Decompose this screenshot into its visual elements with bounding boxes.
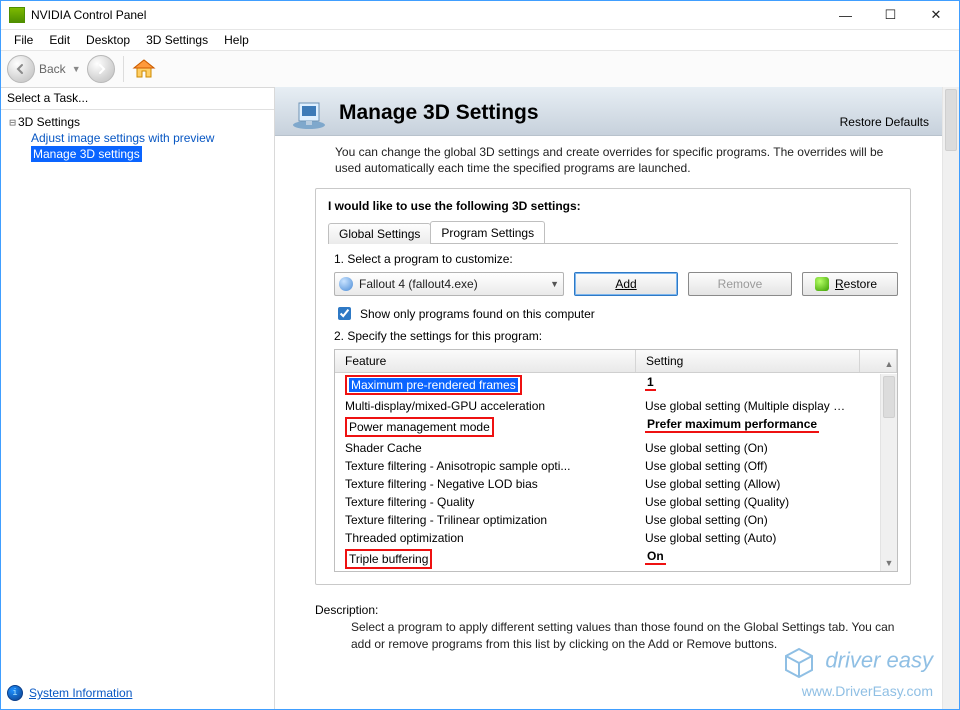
show-only-checkbox[interactable] bbox=[338, 307, 351, 320]
back-button[interactable] bbox=[7, 55, 35, 83]
system-information-label: System Information bbox=[29, 686, 132, 700]
table-row[interactable]: Shader CacheUse global setting (On) bbox=[335, 439, 897, 457]
menu-edit[interactable]: Edit bbox=[42, 31, 77, 49]
table-row[interactable]: Maximum pre-rendered frames1 bbox=[335, 373, 897, 397]
info-icon: i bbox=[7, 685, 23, 701]
tree-root-3d-settings[interactable]: ⊟3D Settings bbox=[7, 114, 268, 130]
page-header-icon bbox=[289, 95, 329, 131]
titlebar: NVIDIA Control Panel — ☐ ✕ bbox=[1, 1, 959, 30]
intro-text: You can change the global 3D settings an… bbox=[275, 136, 943, 188]
remove-button: Remove bbox=[688, 272, 792, 296]
table-header: Feature Setting bbox=[335, 350, 897, 373]
toolbar: Back ▼ bbox=[1, 51, 959, 88]
table-row[interactable]: Texture filtering - Negative LOD biasUse… bbox=[335, 475, 897, 493]
program-select-value: Fallout 4 (fallout4.exe) bbox=[359, 277, 550, 291]
home-icon[interactable] bbox=[132, 58, 156, 80]
menu-desktop[interactable]: Desktop bbox=[79, 31, 137, 49]
step2-label: 2. Specify the settings for this program… bbox=[334, 329, 898, 343]
panel-lead: I would like to use the following 3D set… bbox=[328, 199, 898, 213]
menu-help[interactable]: Help bbox=[217, 31, 256, 49]
back-dropdown-icon[interactable]: ▼ bbox=[72, 64, 81, 74]
table-scrollbar[interactable]: ▲ ▼ bbox=[880, 374, 897, 571]
description-header: Description: bbox=[315, 603, 911, 617]
tab-global-settings[interactable]: Global Settings bbox=[328, 223, 431, 244]
chevron-down-icon: ▼ bbox=[550, 279, 559, 289]
step1-label: 1. Select a program to customize: bbox=[334, 252, 898, 266]
page-header: Manage 3D Settings Restore Defaults bbox=[275, 87, 943, 136]
window-title: NVIDIA Control Panel bbox=[31, 8, 146, 22]
restore-icon bbox=[815, 277, 829, 291]
maximize-button[interactable]: ☐ bbox=[868, 1, 913, 29]
menu-3d-settings[interactable]: 3D Settings bbox=[139, 31, 215, 49]
menu-file[interactable]: File bbox=[7, 31, 40, 49]
system-information-link[interactable]: i System Information bbox=[1, 679, 274, 709]
col-feature[interactable]: Feature bbox=[335, 350, 636, 372]
table-row[interactable]: Threaded optimizationUse global setting … bbox=[335, 529, 897, 547]
description-text: Select a program to apply different sett… bbox=[315, 619, 911, 651]
nvidia-icon bbox=[9, 7, 25, 23]
show-only-label: Show only programs found on this compute… bbox=[360, 307, 595, 321]
restore-defaults-link[interactable]: Restore Defaults bbox=[840, 115, 929, 129]
table-row[interactable]: Power management modePrefer maximum perf… bbox=[335, 415, 897, 439]
table-row[interactable]: Texture filtering - Trilinear optimizati… bbox=[335, 511, 897, 529]
forward-button[interactable] bbox=[87, 55, 115, 83]
main-pane: Manage 3D Settings Restore Defaults You … bbox=[275, 87, 959, 709]
settings-table: Feature Setting Maximum pre-rendered fra… bbox=[334, 349, 898, 572]
tree-item-manage-3d-settings[interactable]: Manage 3D settings bbox=[7, 146, 268, 162]
back-label: Back bbox=[39, 62, 66, 76]
col-setting[interactable]: Setting bbox=[636, 350, 860, 372]
minimize-button[interactable]: — bbox=[823, 1, 868, 29]
task-sidebar: Select a Task... ⊟3D Settings Adjust ima… bbox=[1, 87, 275, 709]
close-button[interactable]: ✕ bbox=[913, 1, 959, 29]
tabs: Global Settings Program Settings bbox=[328, 221, 898, 244]
task-tree[interactable]: ⊟3D Settings Adjust image settings with … bbox=[1, 110, 274, 679]
restore-button[interactable]: Restore bbox=[802, 272, 898, 296]
page-scrollbar[interactable] bbox=[942, 87, 959, 709]
table-row[interactable]: Multi-display/mixed-GPU accelerationUse … bbox=[335, 397, 897, 415]
program-select[interactable]: Fallout 4 (fallout4.exe) ▼ bbox=[334, 272, 564, 296]
table-row[interactable]: Texture filtering - Anisotropic sample o… bbox=[335, 457, 897, 475]
menubar: File Edit Desktop 3D Settings Help bbox=[1, 30, 959, 51]
settings-panel: I would like to use the following 3D set… bbox=[315, 188, 911, 585]
tree-item-adjust-image-settings[interactable]: Adjust image settings with preview bbox=[7, 130, 268, 146]
program-icon bbox=[339, 277, 353, 291]
page-title: Manage 3D Settings bbox=[339, 101, 539, 125]
add-button[interactable]: Add bbox=[574, 272, 678, 296]
app-window: NVIDIA Control Panel — ☐ ✕ File Edit Des… bbox=[0, 0, 960, 710]
scrollbar-thumb[interactable] bbox=[883, 376, 895, 418]
select-task-header: Select a Task... bbox=[1, 87, 274, 110]
description-section: Description: Select a program to apply d… bbox=[275, 597, 943, 651]
table-row[interactable]: Triple bufferingOn bbox=[335, 547, 897, 571]
tab-program-settings[interactable]: Program Settings bbox=[430, 221, 545, 243]
table-row[interactable]: Texture filtering - QualityUse global se… bbox=[335, 493, 897, 511]
page-scrollbar-thumb[interactable] bbox=[945, 89, 957, 151]
